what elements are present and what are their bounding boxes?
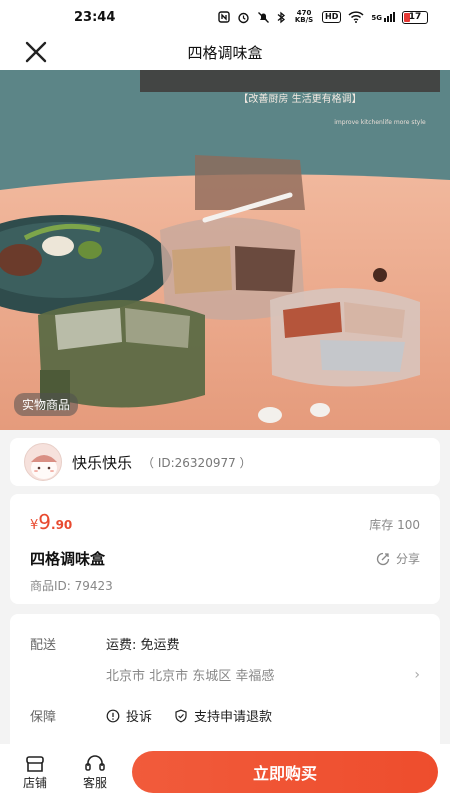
shield-check-icon <box>175 709 187 722</box>
guarantee-row: 保障 投诉 支持申请退款 <box>30 706 420 725</box>
delivery-card: 配送 运费: 免运费 北京市 北京市 东城区 幸福感 › 保障 投诉 支持申请退… <box>10 614 440 744</box>
wifi-icon <box>348 11 364 23</box>
alert-circle-icon <box>106 709 120 722</box>
status-bar: 23:44 470 KB/S HD 5G 17 <box>0 0 450 34</box>
product-info-card: ¥9.90 库存 100 四格调味盒 分享 商品ID: 79423 <box>10 494 440 604</box>
share-icon <box>376 552 390 565</box>
banner-subtext: improve kitchenlife more style <box>334 119 426 126</box>
complaint-label: 投诉 <box>126 710 153 725</box>
status-time: 23:44 <box>74 9 116 25</box>
price: ¥9.90 <box>30 510 72 534</box>
stock-count: 库存 100 <box>369 518 420 532</box>
shop-name: 快乐快乐 <box>72 453 133 472</box>
customer-service-button[interactable]: 客服 <box>72 754 118 791</box>
page-title: 四格调味盒 <box>187 43 263 62</box>
hd-icon: HD <box>322 11 342 23</box>
real-product-badge: 实物商品 <box>14 393 79 416</box>
battery-level: 17 <box>408 11 422 22</box>
share-label: 分享 <box>395 552 420 566</box>
name-row: 四格调味盒 分享 <box>30 548 420 569</box>
chevron-right-icon: › <box>414 666 420 683</box>
signal-icon: 5G <box>371 12 395 22</box>
mute-icon <box>258 11 269 23</box>
nfc-icon <box>218 11 230 23</box>
price-decimal: .90 <box>51 518 73 532</box>
store-button[interactable]: 店铺 <box>12 754 58 791</box>
refund-item[interactable]: 支持申请退款 <box>174 706 272 725</box>
shipping-fee: 运费: 免运费 <box>106 638 180 653</box>
banner-slogan: 【改善厨房 生活更有格调】 <box>238 92 361 105</box>
product-id: 商品ID: 79423 <box>30 579 113 593</box>
store-label: 店铺 <box>22 775 47 790</box>
store-icon <box>26 755 44 772</box>
shipping-row: 配送 运费: 免运费 <box>30 634 420 653</box>
price-integer: 9 <box>38 510 52 534</box>
alarm-icon <box>238 12 249 23</box>
battery-icon: 17 <box>402 10 428 24</box>
avatar-image <box>31 455 57 479</box>
guarantee-label: 保障 <box>30 710 57 725</box>
headset-icon <box>85 754 105 771</box>
network-speed: 470 KB/S <box>294 9 314 24</box>
complaint-item[interactable]: 投诉 <box>106 706 152 725</box>
shop-id: （ ID:26320977 ） <box>142 455 252 470</box>
price-row: ¥9.90 库存 100 <box>30 510 420 534</box>
buy-now-button[interactable]: 立即购买 <box>132 751 438 793</box>
status-icons: 470 KB/S HD 5G 17 <box>218 10 428 24</box>
bluetooth-icon <box>277 11 286 23</box>
product-image[interactable]: 【改善厨房 生活更有格调】 improve kitchenlife more s… <box>0 70 450 430</box>
refund-label: 支持申请退款 <box>194 710 273 725</box>
product-name: 四格调味盒 <box>30 550 106 568</box>
signal-label: 5G <box>371 14 382 22</box>
delivery-label: 配送 <box>30 638 57 653</box>
bottom-action-bar: 店铺 客服 立即购买 <box>0 744 450 800</box>
avatar <box>24 443 62 481</box>
shop-card[interactable]: 快乐快乐 （ ID:26320977 ） <box>10 438 440 486</box>
product-photo-illustration: 【改善厨房 生活更有格调】 improve kitchenlife more s… <box>0 70 450 430</box>
nav-bar: 四格调味盒 <box>0 34 450 70</box>
close-icon[interactable] <box>22 38 50 66</box>
address-selector[interactable]: 北京市 北京市 东城区 幸福感 › <box>30 665 420 685</box>
share-button[interactable]: 分享 <box>376 550 420 567</box>
service-label: 客服 <box>82 775 107 790</box>
delivery-address: 北京市 北京市 东城区 幸福感 <box>106 669 275 684</box>
